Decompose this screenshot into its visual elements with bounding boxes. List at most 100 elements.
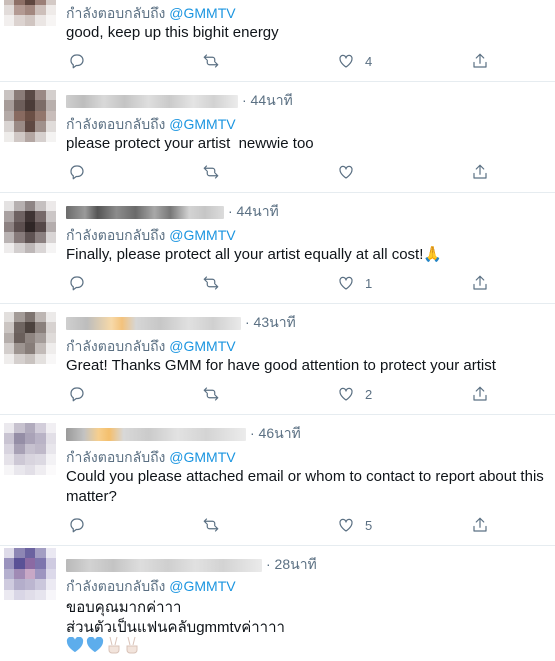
timestamp[interactable]: · 46นาที	[250, 423, 301, 445]
mention-link[interactable]: @GMMTV	[169, 116, 235, 132]
replying-to: กำลังตอบกลับถึง @GMMTV	[66, 336, 236, 358]
share-icon	[473, 517, 487, 532]
tweet-header: · 44นาที	[66, 203, 279, 221]
reply-button[interactable]	[68, 385, 86, 403]
retweet-icon	[203, 518, 219, 532]
tweet[interactable]: · 43นาที กำลังตอบกลับถึง @GMMTV Great! T…	[0, 304, 555, 415]
replying-to-label: กำลังตอบกลับถึง	[66, 449, 166, 465]
mention-link[interactable]: @GMMTV	[169, 449, 235, 465]
mention-link[interactable]: @GMMTV	[169, 338, 235, 354]
tweet-text: Finally, please protect all your artist …	[66, 246, 443, 263]
reply-icon	[70, 276, 84, 291]
retweet-button[interactable]	[202, 385, 220, 403]
replying-to-label: กำลังตอบกลับถึง	[66, 338, 166, 354]
replying-to-label: กำลังตอบกลับถึง	[66, 5, 166, 21]
retweet-icon	[203, 387, 219, 401]
avatar[interactable]	[4, 0, 56, 36]
retweet-button[interactable]	[202, 52, 220, 70]
replying-to-label: กำลังตอบกลับถึง	[66, 578, 166, 594]
like-button[interactable]	[337, 163, 355, 181]
share-icon	[473, 275, 487, 290]
replying-to-label: กำลังตอบกลับถึง	[66, 116, 166, 132]
share-button[interactable]	[471, 385, 489, 403]
display-name-blurred[interactable]	[66, 427, 246, 441]
heart-icon	[339, 165, 353, 179]
tweet-actions: 2	[66, 385, 496, 405]
reply-button[interactable]	[68, 516, 86, 534]
tweet-text: good, keep up this bighit energy	[66, 24, 279, 41]
like-count: 1	[365, 275, 373, 291]
like-count: 4	[365, 53, 373, 69]
replying-to: กำลังตอบกลับถึง @GMMTV	[66, 576, 236, 598]
retweet-button[interactable]	[202, 274, 220, 292]
heart-icon	[339, 276, 353, 290]
tweet[interactable]: · 46นาที กำลังตอบกลับถึง @GMMTV Could yo…	[0, 415, 555, 546]
tweet-actions	[66, 163, 496, 183]
replying-to: กำลังตอบกลับถึง @GMMTV	[66, 114, 236, 136]
display-name-blurred[interactable]	[66, 94, 238, 108]
share-button[interactable]	[471, 274, 489, 292]
victory-hand-icon	[108, 636, 120, 654]
heart-icon	[339, 518, 353, 532]
blue-heart-icon	[66, 637, 84, 653]
reply-button[interactable]	[68, 52, 86, 70]
avatar[interactable]	[4, 423, 56, 475]
avatar[interactable]	[4, 312, 56, 364]
like-button[interactable]: 1	[337, 274, 372, 292]
tweet-header: · 46นาที	[66, 425, 301, 443]
victory-hand-icon	[126, 636, 138, 654]
reply-icon	[70, 165, 84, 180]
emoji-row	[66, 636, 140, 654]
like-button[interactable]: 4	[337, 52, 372, 70]
avatar[interactable]	[4, 548, 56, 600]
like-button[interactable]: 2	[337, 385, 372, 403]
blue-heart-icon	[86, 637, 104, 653]
timestamp[interactable]: · 43นาที	[245, 312, 296, 334]
mention-link[interactable]: @GMMTV	[169, 5, 235, 21]
replying-to: กำลังตอบกลับถึง @GMMTV	[66, 225, 236, 247]
timestamp[interactable]: · 28นาที	[266, 554, 317, 576]
tweet-header: · 28นาที	[66, 556, 317, 574]
like-button[interactable]: 5	[337, 516, 372, 534]
share-icon	[473, 386, 487, 401]
mention-link[interactable]: @GMMTV	[169, 227, 235, 243]
replying-to: กำลังตอบกลับถึง @GMMTV	[66, 3, 236, 25]
reply-icon	[70, 518, 84, 533]
share-button[interactable]	[471, 52, 489, 70]
tweet-actions: 1	[66, 274, 496, 294]
retweet-icon	[203, 54, 219, 68]
tweet[interactable]: · 28นาที กำลังตอบกลับถึง @GMMTV ขอบคุณมา…	[0, 546, 555, 661]
tweet-actions: 5	[66, 516, 496, 536]
retweet-button[interactable]	[202, 516, 220, 534]
avatar[interactable]	[4, 90, 56, 142]
heart-icon	[339, 387, 353, 401]
avatar[interactable]	[4, 201, 56, 253]
tweet-header: · 43นาที	[66, 314, 296, 332]
share-button[interactable]	[471, 516, 489, 534]
tweet-text: Great! Thanks GMM for have good attentio…	[66, 357, 496, 374]
tweet-actions: 4	[66, 52, 496, 72]
reply-icon	[70, 54, 84, 69]
retweet-icon	[203, 165, 219, 179]
heart-icon	[339, 54, 353, 68]
like-count: 2	[365, 386, 373, 402]
replying-to-label: กำลังตอบกลับถึง	[66, 227, 166, 243]
display-name-blurred[interactable]	[66, 316, 241, 330]
tweet[interactable]: · 44นาที กำลังตอบกลับถึง @GMMTV please p…	[0, 82, 555, 193]
replying-to: กำลังตอบกลับถึง @GMMTV	[66, 447, 236, 469]
reply-button[interactable]	[68, 274, 86, 292]
tweet[interactable]: กำลังตอบกลับถึง @GMMTV good, keep up thi…	[0, 0, 555, 82]
like-count: 5	[365, 517, 373, 533]
timestamp[interactable]: · 44นาที	[242, 90, 293, 112]
display-name-blurred[interactable]	[66, 558, 262, 572]
retweet-icon	[203, 276, 219, 290]
mention-link[interactable]: @GMMTV	[169, 578, 235, 594]
share-button[interactable]	[471, 163, 489, 181]
reply-button[interactable]	[68, 163, 86, 181]
tweet[interactable]: · 44นาที กำลังตอบกลับถึง @GMMTV Finally,…	[0, 193, 555, 304]
tweet-header: · 44นาที	[66, 92, 293, 110]
tweet-text: Could you please attached email or whom …	[66, 468, 544, 505]
timestamp[interactable]: · 44นาที	[228, 201, 279, 223]
display-name-blurred[interactable]	[66, 205, 224, 219]
retweet-button[interactable]	[202, 163, 220, 181]
